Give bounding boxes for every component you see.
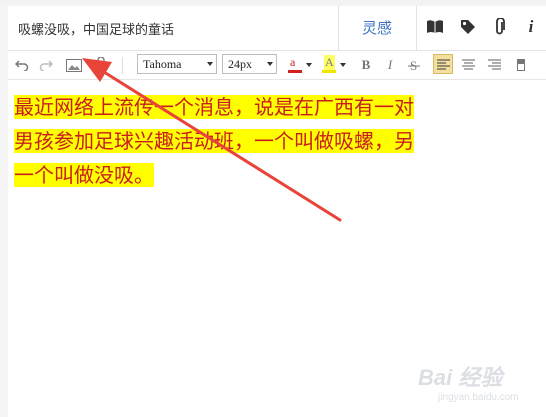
- chevron-down-icon: [267, 62, 273, 66]
- note-title[interactable]: 吸螺没吸，中国足球的童话: [18, 19, 174, 38]
- font-family-value: Tahoma: [143, 57, 182, 71]
- italic-button[interactable]: I: [380, 55, 400, 75]
- font-family-select[interactable]: Tahoma: [137, 54, 217, 74]
- undo-icon[interactable]: [12, 55, 32, 75]
- insert-image-icon[interactable]: [64, 55, 84, 75]
- font-color-glyph: a: [290, 55, 296, 69]
- strikethrough-button[interactable]: S: [404, 55, 424, 75]
- bold-button[interactable]: B: [356, 55, 376, 75]
- content-line: 一个叫做没吸。: [14, 163, 154, 187]
- highlight-color-swatch: [322, 70, 336, 73]
- highlight-color-button[interactable]: A: [320, 55, 348, 75]
- attachment-icon[interactable]: [90, 55, 110, 75]
- highlight-glyph: A: [324, 55, 335, 70]
- watermark-brand: Bai 经验: [418, 365, 503, 390]
- align-left-button[interactable]: [433, 54, 453, 74]
- svg-text:S: S: [410, 58, 417, 72]
- toolbar-separator: [122, 57, 123, 74]
- content-line: 最近网络上流传一个消息，说是在广西有一对: [14, 95, 414, 119]
- info-icon[interactable]: i: [520, 16, 542, 38]
- editor-content[interactable]: 最近网络上流传一个消息，说是在广西有一对 男孩参加足球兴趣活动班，一个叫做吸螺，…: [14, 90, 514, 192]
- divider: [416, 6, 417, 50]
- tag-icon[interactable]: [457, 16, 479, 38]
- chevron-down-icon: [340, 63, 346, 67]
- chevron-down-icon: [207, 62, 213, 66]
- align-right-button[interactable]: [484, 54, 504, 74]
- font-size-select[interactable]: 24px: [222, 54, 277, 74]
- title-bar: 吸螺没吸，中国足球的童话 灵感 i: [8, 6, 546, 51]
- paperclip-icon[interactable]: [489, 16, 511, 38]
- watermark-url: jingyan.baidu.com: [438, 392, 519, 403]
- format-toolbar: Tahoma 24px a A B I S: [8, 51, 546, 80]
- more-options-icon[interactable]: [511, 55, 531, 75]
- font-color-swatch: [288, 70, 302, 73]
- font-size-value: 24px: [228, 57, 252, 71]
- inspire-button[interactable]: 灵感: [362, 17, 392, 38]
- baidu-watermark: Bai 经验 jingyan.baidu.com: [418, 360, 544, 414]
- font-color-button[interactable]: a: [286, 55, 314, 75]
- redo-icon[interactable]: [36, 55, 56, 75]
- chevron-down-icon: [306, 63, 312, 67]
- divider: [338, 6, 339, 50]
- book-icon[interactable]: [424, 16, 446, 38]
- align-center-button[interactable]: [458, 54, 478, 74]
- content-line: 男孩参加足球兴趣活动班，一个叫做吸螺，另: [14, 129, 414, 153]
